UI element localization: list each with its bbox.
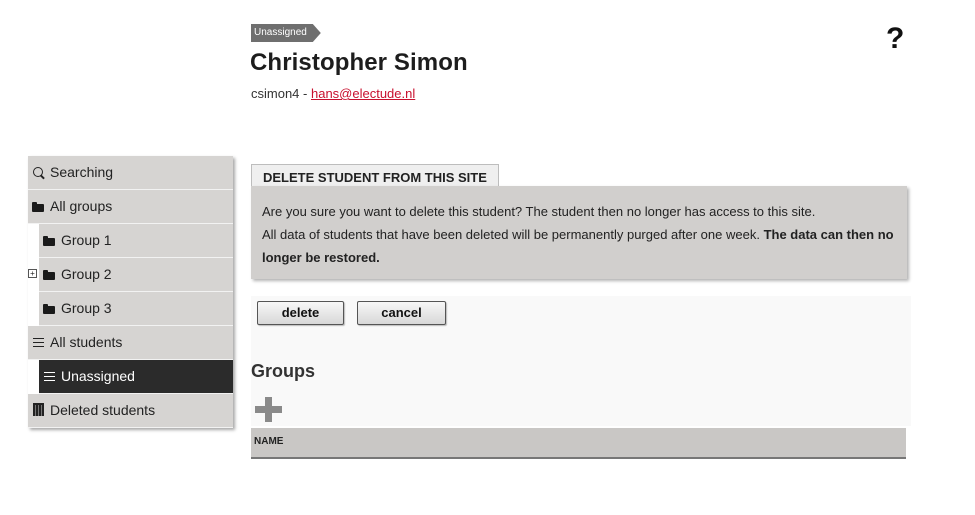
sidebar-item-label: Group 3: [61, 300, 112, 316]
sidebar-item-group-1[interactable]: Group 1: [39, 224, 233, 258]
page-title: Christopher Simon: [250, 49, 468, 76]
sidebar-item-label: All groups: [50, 198, 113, 214]
folder-icon: [43, 225, 55, 257]
folder-icon: [43, 293, 55, 325]
tab-delete-student: DELETE STUDENT FROM THIS SITE: [251, 164, 499, 187]
sidebar-item-label: All students: [50, 334, 123, 350]
student-subtitle: csimon4 - hans@electude.nl: [251, 86, 415, 101]
email-link[interactable]: hans@electude.nl: [311, 86, 415, 101]
sidebar: Searching All groups Group 1 + Group 2 G…: [28, 156, 233, 428]
sidebar-item-label: Group 1: [61, 232, 112, 248]
sidebar-item-searching[interactable]: Searching: [28, 156, 233, 190]
sidebar-item-all-groups[interactable]: All groups: [28, 190, 233, 224]
sidebar-item-all-students[interactable]: All students: [28, 326, 233, 360]
groups-heading: Groups: [251, 361, 316, 381]
sidebar-item-label: Group 2: [61, 266, 112, 282]
search-icon: [32, 157, 44, 189]
plus-icon[interactable]: [255, 397, 282, 424]
trash-icon: [32, 395, 44, 427]
sidebar-item-deleted-students[interactable]: Deleted students: [28, 394, 233, 428]
warning-line-1: Are you sure you want to delete this stu…: [262, 204, 816, 219]
sidebar-item-label: Searching: [50, 164, 114, 180]
help-icon[interactable]: ?: [886, 22, 904, 56]
folder-icon: [43, 259, 55, 291]
list-icon: [43, 361, 55, 393]
delete-warning-text: Are you sure you want to delete this stu…: [262, 200, 902, 269]
sidebar-item-group-3[interactable]: Group 3: [39, 292, 233, 326]
separator: -: [299, 86, 311, 101]
groups-table-header: NAME: [251, 428, 906, 459]
sidebar-item-unassigned[interactable]: Unassigned: [39, 360, 233, 394]
status-badge: Unassigned: [251, 24, 321, 42]
sidebar-item-label: Deleted students: [50, 402, 156, 418]
delete-confirmation-panel: Are you sure you want to delete this stu…: [251, 186, 907, 279]
username: csimon4: [251, 86, 300, 101]
warning-line-2: All data of students that have been dele…: [262, 227, 764, 242]
action-area: delete cancel: [251, 296, 911, 426]
list-icon: [32, 327, 44, 359]
delete-button[interactable]: delete: [257, 301, 344, 325]
folder-icon: [32, 191, 44, 223]
expand-icon[interactable]: +: [28, 269, 37, 278]
cancel-button[interactable]: cancel: [357, 301, 446, 325]
sidebar-item-label: Unassigned: [61, 368, 135, 384]
column-header-name[interactable]: NAME: [251, 436, 283, 447]
sidebar-item-group-2[interactable]: + Group 2: [28, 258, 233, 292]
